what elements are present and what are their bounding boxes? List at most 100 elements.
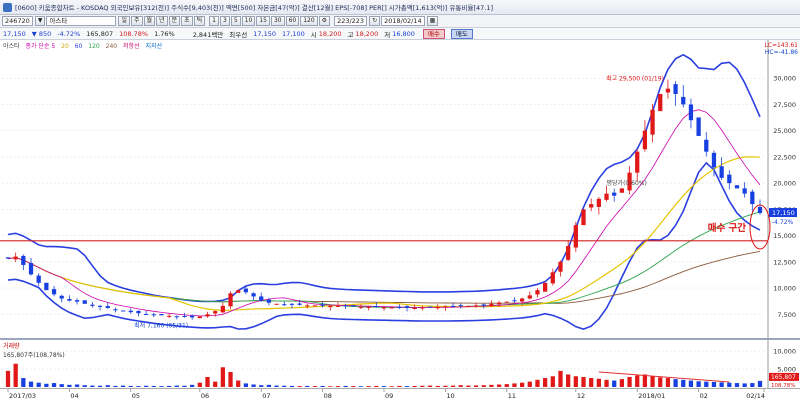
- volume-bar: [59, 384, 64, 387]
- candle-body: [481, 304, 486, 306]
- volume-bar: [627, 376, 632, 387]
- current-price: 17,150: [3, 29, 26, 38]
- period-year-button[interactable]: 년: [156, 16, 168, 26]
- interval-10-button[interactable]: 10: [241, 16, 256, 26]
- interval-120-button[interactable]: 120: [300, 16, 318, 26]
- volume-current-tag: 165,807: [771, 374, 796, 381]
- high-annotation: 최고 29,500 (01/19): [606, 75, 664, 83]
- candle-body: [67, 299, 72, 301]
- bid-price: 17,100: [282, 29, 305, 38]
- interval-1-button[interactable]: 1: [209, 16, 219, 26]
- candle-body: [328, 305, 333, 308]
- volume-bar: [596, 378, 601, 387]
- candle-body: [312, 305, 318, 307]
- candle-body: [174, 316, 179, 318]
- volume-bar: [420, 385, 425, 387]
- candle-body: [757, 206, 763, 214]
- volume-bar: [435, 385, 440, 387]
- candle-body: [681, 96, 686, 105]
- date-field[interactable]: 2018/02/14: [381, 16, 425, 26]
- candle-body: [282, 304, 287, 306]
- volume-bar: [128, 385, 133, 387]
- price-chart[interactable]: 7,50010,00012,50015,00017,50020,00022,50…: [0, 40, 800, 338]
- calendar-icon[interactable]: ▦: [426, 16, 439, 26]
- volume-chart[interactable]: 5,00010,000165,807108.78%: [0, 340, 800, 388]
- search-icon[interactable]: ▼: [34, 16, 46, 26]
- volume-bar: [13, 363, 18, 387]
- volume-bar: [397, 385, 402, 387]
- title-bar: [0600] 키움종합차트 - KOSDAQ 외국인보유[312(천)] 주식수…: [0, 0, 800, 15]
- candle-body: [151, 314, 156, 316]
- y-tick-label: 30,000: [773, 75, 796, 83]
- legend-ma-20: 20: [61, 43, 69, 50]
- volume-bar: [688, 380, 694, 387]
- volume-bar: [136, 386, 141, 387]
- volume-bar: [389, 386, 394, 387]
- period-week-button[interactable]: 주: [130, 16, 143, 26]
- stock-name-field[interactable]: 아스타: [46, 16, 117, 26]
- candle-body: [243, 288, 249, 293]
- period-tick-button[interactable]: 틱: [193, 16, 206, 26]
- volume-bar: [197, 382, 202, 387]
- volume-bar: [443, 385, 448, 387]
- interval-5-button[interactable]: 5: [230, 16, 241, 26]
- buy-button[interactable]: 매수: [422, 28, 445, 39]
- interval-15-button[interactable]: 15: [256, 16, 270, 26]
- volume-bar: [266, 384, 272, 387]
- volume-bar: [97, 385, 103, 387]
- volume-bar: [5, 370, 11, 387]
- candle-body: [742, 188, 747, 194]
- candle-body: [105, 306, 110, 308]
- reset-icon[interactable]: ↻: [369, 16, 381, 26]
- candle-body: [443, 306, 448, 308]
- volume-bar: [151, 385, 156, 387]
- period-day-button[interactable]: 일: [118, 16, 130, 26]
- volume-bar: [734, 383, 740, 387]
- candle-body: [504, 301, 509, 303]
- volume-bar: [589, 378, 594, 387]
- stock-code-input[interactable]: 246720: [2, 16, 33, 26]
- volume-bar: [527, 381, 532, 387]
- volume-bar: [512, 383, 517, 387]
- mid-annotation: 평당가(0.60%): [607, 179, 647, 187]
- interval-30-button[interactable]: 30: [270, 16, 285, 26]
- interval-60-button[interactable]: 60: [285, 16, 300, 26]
- candle-body: [496, 302, 502, 305]
- volume-bar: [220, 367, 225, 387]
- interval-3-button[interactable]: 3: [220, 16, 230, 26]
- volume-bar: [719, 382, 724, 387]
- volume-bar: [312, 386, 318, 387]
- volume-bar: [566, 374, 571, 387]
- volume-bar: [228, 371, 233, 387]
- data-count-field[interactable]: 223/223: [334, 16, 368, 26]
- turnover-pct: 1.76%: [154, 29, 175, 38]
- volume-bar: [282, 385, 287, 387]
- volume-bar: [742, 383, 747, 387]
- volume-bar: [190, 384, 195, 387]
- candle-body: [21, 255, 26, 265]
- volume-bar: [105, 385, 110, 387]
- volume-bar: [489, 384, 494, 387]
- volume-bar: [543, 378, 548, 387]
- candle-body: [120, 310, 126, 312]
- sell-button[interactable]: 매도: [450, 28, 473, 39]
- settings-icon[interactable]: ⚙: [318, 16, 331, 26]
- open-label: 시: [310, 30, 317, 39]
- candle-body: [297, 303, 302, 305]
- ask-price: 17,150: [253, 29, 276, 38]
- volume-bar: [236, 380, 241, 387]
- candle-body: [228, 293, 233, 307]
- volume-bar: [450, 385, 456, 387]
- current-pct-tag: -4.72%: [772, 219, 794, 226]
- candle-body: [13, 256, 18, 260]
- chart-toolbar: 246720 ▼ 아스타 일 주 월 년 분 초 틱 1 3 5 10 15 3…: [0, 15, 800, 28]
- period-second-button[interactable]: 초: [181, 16, 193, 26]
- volume-bar: [711, 381, 717, 387]
- period-month-button[interactable]: 월: [143, 16, 156, 26]
- y-tick-label: 25,000: [773, 127, 796, 135]
- candle-body: [128, 310, 133, 313]
- legend-ma-120: 120: [88, 43, 100, 50]
- volume-bar: [550, 376, 555, 387]
- candle-body: [97, 305, 103, 307]
- period-minute-button[interactable]: 분: [168, 16, 181, 26]
